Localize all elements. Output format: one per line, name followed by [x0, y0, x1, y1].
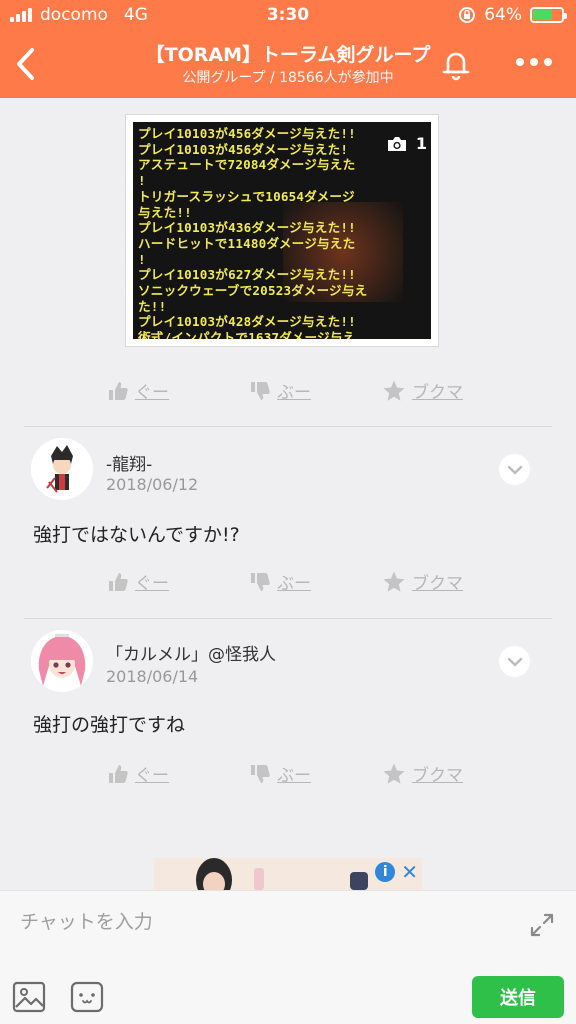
bookmark-label: ブクマ	[412, 574, 463, 594]
ad-close-icon[interactable]: ✕	[401, 862, 418, 882]
good-label: ぐー	[135, 766, 169, 786]
battery-icon	[530, 7, 567, 23]
ad-info-icon[interactable]: i	[375, 862, 396, 882]
bad-button[interactable]: ぶー	[249, 569, 311, 594]
battery-percent: 64%	[484, 5, 522, 25]
damage-log-line: ソニックウェーブで20523ダメージ与え	[138, 283, 368, 299]
avatar-character-icon	[31, 630, 93, 692]
good-label: ぐー	[135, 574, 169, 594]
comment-menu-button[interactable]	[499, 646, 530, 677]
bad-label: ぶー	[277, 766, 311, 786]
star-icon	[383, 763, 405, 784]
group-subtitle: 公開グループ / 18566人が参加中	[182, 70, 394, 86]
photo-count: 1	[415, 134, 427, 153]
notification-button[interactable]	[436, 44, 476, 84]
bad-label: ぶー	[277, 383, 311, 403]
more-dot-icon	[516, 58, 524, 66]
photo-count-badge: 1	[386, 134, 427, 153]
damage-log-line: 術式/インパクトで1637ダメージ与え	[138, 330, 356, 339]
avatar[interactable]	[31, 438, 93, 500]
expand-button[interactable]	[528, 911, 556, 939]
thumbs-down-icon	[251, 381, 270, 400]
photo-attachment[interactable]: プレイ10103が456ダメージ与えた!! プレイ10103が456ダメージ与えた…	[125, 114, 439, 347]
comment-author[interactable]: -龍翔-	[106, 450, 152, 475]
comment-date: 2018/06/12	[106, 475, 199, 494]
good-button[interactable]: ぐー	[107, 378, 169, 403]
sticker-icon	[70, 981, 104, 1013]
expand-icon	[530, 913, 554, 937]
thumbs-down-icon	[251, 764, 270, 783]
status-bar: docomo 4G 3:30 64%	[0, 0, 576, 32]
damage-log-line: プレイ10103が436ダメージ与えた!!	[138, 220, 356, 236]
more-options-button[interactable]	[512, 54, 556, 70]
bad-button[interactable]: ぶー	[249, 378, 311, 403]
send-button[interactable]: 送信	[472, 976, 564, 1018]
chevron-down-icon	[507, 465, 522, 474]
bookmark-button[interactable]: ブクマ	[382, 761, 463, 786]
camera-icon	[387, 136, 406, 151]
game-screenshot[interactable]: プレイ10103が456ダメージ与えた!! プレイ10103が456ダメージ与えた…	[133, 122, 431, 339]
avatar-character-icon	[31, 438, 93, 500]
star-icon	[383, 380, 405, 401]
damage-log-line: た!!	[138, 298, 167, 314]
good-label: ぐー	[135, 383, 169, 403]
good-button[interactable]: ぐー	[107, 761, 169, 786]
more-dot-icon	[530, 58, 538, 66]
thumbs-up-icon	[109, 381, 128, 400]
damage-log-line: !	[138, 251, 146, 267]
divider	[24, 426, 552, 427]
image-icon	[12, 981, 46, 1013]
damage-log-line: !	[138, 173, 146, 189]
chevron-down-icon	[507, 657, 522, 666]
divider	[24, 618, 552, 619]
comment-text: 強打ではないんですか!?	[33, 524, 240, 546]
photo-button[interactable]	[12, 981, 46, 1013]
avatar[interactable]	[31, 630, 93, 692]
comment-menu-button[interactable]	[499, 454, 530, 485]
damage-log-line: プレイ10103が428ダメージ与えた!!	[138, 314, 356, 330]
bad-button[interactable]: ぶー	[249, 761, 311, 786]
app-header: docomo 4G 3:30 64% 【TORAM】トーラム剣グループ 公開グル…	[0, 0, 576, 98]
group-title: 【TORAM】トーラム剣グループ	[145, 44, 431, 66]
bookmark-label: ブクマ	[412, 383, 463, 403]
damage-log-line: アステュートで72084ダメージ与えた	[138, 157, 356, 173]
good-button[interactable]: ぐー	[107, 569, 169, 594]
chevron-left-icon	[17, 48, 34, 80]
comment-reactions: ぐー ぶー ブクマ	[0, 569, 576, 605]
comment-author[interactable]: 「カルメル」@怪我人	[106, 640, 276, 665]
back-button[interactable]	[6, 40, 46, 88]
bookmark-button[interactable]: ブクマ	[382, 569, 463, 594]
bookmark-label: ブクマ	[412, 766, 463, 786]
ad-controls: i ✕	[375, 862, 418, 882]
star-icon	[383, 571, 405, 592]
thumbs-up-icon	[109, 572, 128, 591]
damage-log-line: プレイ10103が627ダメージ与えた!!	[138, 267, 356, 283]
ad-banner[interactable]: i ✕	[154, 858, 422, 890]
bad-label: ぶー	[277, 574, 311, 594]
bookmark-button[interactable]: ブクマ	[382, 378, 463, 403]
comment-reactions: ぐー ぶー ブクマ	[0, 761, 576, 797]
bell-icon	[442, 52, 470, 81]
rotation-lock-icon	[459, 7, 476, 23]
damage-log-line: 与えた!!	[138, 204, 192, 220]
comment-date: 2018/06/14	[106, 667, 199, 686]
damage-log-line: ハードヒットで11480ダメージ与えた	[138, 235, 356, 251]
damage-log-text: プレイ10103が456ダメージ与えた!! プレイ10103が456ダメージ与えた…	[138, 126, 431, 339]
post-reactions: ぐー ぶー ブクマ	[0, 378, 576, 414]
damage-log-line: トリガースラッシュで10654ダメージ	[138, 188, 355, 204]
comment-text: 強打の強打ですね	[33, 714, 186, 736]
thumbs-up-icon	[109, 764, 128, 783]
more-dot-icon	[544, 58, 552, 66]
chat-input[interactable]: チャットを入力	[20, 907, 153, 934]
sticker-button[interactable]	[70, 981, 104, 1013]
thumbs-down-icon	[251, 572, 270, 591]
